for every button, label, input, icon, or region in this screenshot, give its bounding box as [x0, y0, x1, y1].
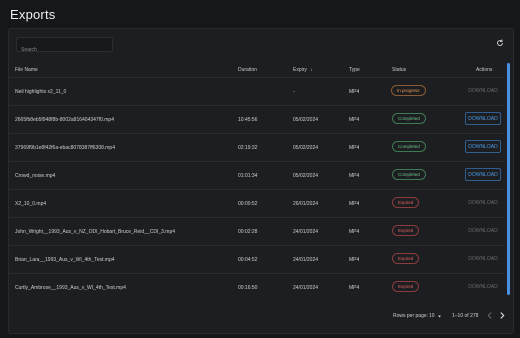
expiry-cell: 24/01/2024: [293, 229, 319, 235]
rows-per-page-label: Rows per page:: [393, 313, 429, 319]
column-header-status[interactable]: Status: [392, 67, 406, 73]
duration-cell: 00:04:52: [238, 257, 258, 263]
table-row: Crowd_noise.mp4 01:01:34 05/02/2024 MP4 Comp…: [9, 161, 505, 190]
type-cell: MP4: [349, 173, 360, 179]
status-badge: Expired: [392, 281, 420, 292]
status-badge: Completed: [392, 141, 426, 152]
type-cell: MP4: [349, 229, 360, 235]
duration-cell: 02:19:32: [238, 145, 258, 151]
duration-cell: 10:45:56: [238, 117, 258, 123]
table-row: Curtly_Ambrose__1993_Aus_v_WI_4th_Test.m…: [9, 273, 505, 302]
pagination-range: 1–10 of 278: [452, 313, 479, 319]
expiry-cell: 24/01/2024: [293, 285, 319, 291]
type-cell: MP4: [349, 201, 360, 207]
exports-panel: File Name Duration Expiry ↓ Type Status …: [8, 28, 514, 334]
table-row: 37969f9b1e8f42f6a-ebac8078387ff6308.mp4 0…: [9, 133, 505, 162]
type-cell: MP4: [349, 257, 360, 263]
download-button[interactable]: DOWNLOAD: [465, 224, 501, 237]
expiry-cell: 26/01/2024: [293, 201, 319, 207]
expiry-cell: 05/02/2024: [293, 117, 319, 123]
rows-per-page-select[interactable]: 10: [429, 313, 442, 319]
column-header-expiry[interactable]: Expiry ↓: [293, 67, 313, 73]
type-cell: MP4: [349, 117, 360, 123]
download-button[interactable]: DOWNLOAD: [465, 84, 501, 97]
chevron-right-icon[interactable]: [499, 312, 505, 321]
column-header-file-name[interactable]: File Name: [15, 67, 38, 73]
column-header-type[interactable]: Type: [349, 67, 360, 73]
download-button[interactable]: DOWNLOAD: [465, 168, 501, 181]
status-badge: Expired: [392, 253, 420, 264]
duration-cell: 01:01:34: [238, 173, 258, 179]
table-row: X2_10_0.mp4 00:00:52 26/01/2024 MP4 Expired D…: [9, 189, 505, 218]
table-row: Brian_Lara__1993_Aus_v_WI_4th_Test.mp4 00…: [9, 245, 505, 274]
duration-cell: 00:02:28: [238, 229, 258, 235]
type-cell: MP4: [349, 285, 360, 291]
pagination: Rows per page: 10 1–10 of 278: [9, 305, 509, 327]
page-title: Exports: [10, 7, 56, 22]
refresh-icon[interactable]: [495, 38, 505, 48]
expiry-cell: 05/02/2024: [293, 173, 319, 179]
table-row: Neil highlights x2_11_0 - MP4 In progress DO…: [9, 77, 505, 106]
expiry-cell: -: [293, 89, 295, 95]
status-badge: In progress: [391, 85, 426, 96]
table-row: 2665fb8eb5f948f8b-8002a816404347f0.mp4 10…: [9, 105, 505, 134]
file-name-cell: Neil highlights x2_11_0: [15, 89, 67, 95]
status-badge: Expired: [392, 225, 420, 236]
chevron-left-icon[interactable]: [487, 312, 493, 321]
search-input[interactable]: [17, 43, 112, 57]
table-row: John_Wright__1993_Aus_v_NZ_ODI_Hobart_Br…: [9, 217, 505, 246]
duration-cell: 00:16:50: [238, 285, 258, 291]
search-box[interactable]: [16, 37, 113, 57]
arrow-down-icon: ↓: [310, 67, 313, 73]
expiry-cell: 24/01/2024: [293, 257, 319, 263]
status-badge: Completed: [392, 113, 426, 124]
file-name-cell: John_Wright__1993_Aus_v_NZ_ODI_Hobart_Br…: [15, 229, 175, 235]
status-badge: Expired: [392, 197, 420, 208]
file-name-cell: Brian_Lara__1993_Aus_v_WI_4th_Test.mp4: [15, 257, 115, 263]
column-header-actions: Actions: [476, 67, 493, 73]
file-name-cell: 2665fb8eb5f948f8b-8002a816404347f0.mp4: [15, 117, 114, 123]
expiry-cell: 05/02/2024: [293, 145, 319, 151]
download-button[interactable]: DOWNLOAD: [465, 140, 501, 153]
caret-down-icon: [437, 315, 441, 317]
file-name-cell: Curtly_Ambrose__1993_Aus_v_WI_4th_Test.m…: [15, 285, 126, 291]
column-header-duration[interactable]: Duration: [238, 67, 257, 73]
table-scrollbar[interactable]: [507, 63, 510, 295]
rows-per-page-value: 10: [429, 313, 435, 319]
type-cell: MP4: [349, 145, 360, 151]
type-cell: MP4: [349, 89, 360, 95]
file-name-cell: 37969f9b1e8f42f6a-ebac8078387ff6308.mp4: [15, 145, 115, 151]
download-button[interactable]: DOWNLOAD: [465, 280, 501, 293]
column-header-expiry-label: Expiry: [293, 67, 307, 73]
download-button[interactable]: DOWNLOAD: [465, 252, 501, 265]
table-header: File Name Duration Expiry ↓ Type Status …: [9, 63, 509, 77]
file-name-cell: Crowd_noise.mp4: [15, 173, 56, 179]
download-button[interactable]: DOWNLOAD: [465, 196, 501, 209]
duration-cell: 00:00:52: [238, 201, 258, 207]
download-button[interactable]: DOWNLOAD: [465, 112, 501, 125]
status-badge: Completed: [392, 169, 426, 180]
file-name-cell: X2_10_0.mp4: [15, 201, 47, 207]
